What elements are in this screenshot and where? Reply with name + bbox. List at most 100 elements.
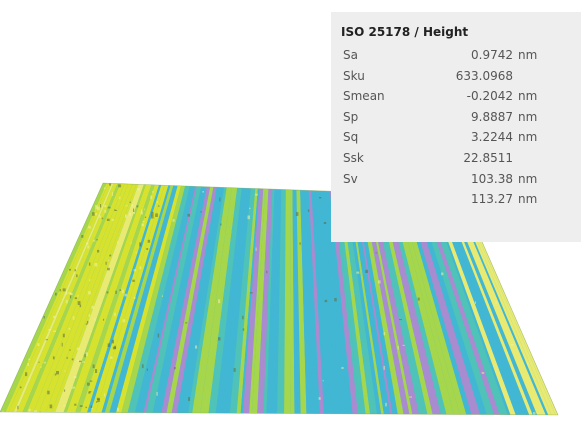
- surface-speck: [91, 305, 94, 309]
- surface-speck: [63, 389, 66, 392]
- surface-speck: [383, 332, 386, 336]
- surface-speck: [64, 370, 66, 372]
- surface-speck: [152, 190, 154, 193]
- surface-speck: [71, 358, 74, 361]
- surface-speck: [266, 270, 268, 274]
- surface-speck: [72, 386, 76, 389]
- metric-unit: nm: [518, 89, 538, 104]
- surface-speck: [202, 191, 204, 193]
- surface-speck: [72, 316, 75, 320]
- surface-speck: [318, 397, 321, 400]
- surface-speck: [104, 209, 107, 213]
- metric-name: Sa: [343, 48, 358, 62]
- surface-speck: [385, 402, 387, 407]
- surface-speck: [105, 261, 107, 265]
- surface-speck: [356, 271, 360, 274]
- surface-speck: [129, 201, 131, 204]
- surface-speck: [85, 406, 87, 409]
- surface-speck: [375, 252, 377, 254]
- surface-speck: [107, 267, 110, 271]
- surface-speck: [17, 405, 19, 410]
- surface-speck: [242, 328, 245, 331]
- surface-speck: [151, 211, 154, 216]
- surface-speck: [74, 297, 77, 300]
- surface-speck: [131, 204, 133, 207]
- surface-speck: [295, 212, 299, 216]
- surface-speck: [86, 320, 89, 324]
- surface-speck: [118, 196, 121, 200]
- surface-speck: [99, 215, 101, 219]
- surface-speck: [65, 300, 68, 304]
- surface-speck: [47, 390, 50, 395]
- surface-speck: [255, 193, 258, 196]
- surface-speck: [402, 344, 405, 346]
- surface-speck: [107, 206, 111, 209]
- surface-speck: [495, 300, 497, 305]
- surface-speck: [174, 367, 176, 370]
- surface-speck: [409, 396, 412, 398]
- surface-speck: [69, 268, 71, 271]
- surface-speck: [220, 223, 222, 226]
- iso-25178-height-panel: ISO 25178 / Height Sa 0.9742 nm Sku 633.0968…: [331, 12, 581, 242]
- surface-speck: [399, 319, 402, 321]
- surface-speck: [124, 293, 127, 297]
- surface-speck: [27, 363, 29, 366]
- surface-speck: [104, 393, 106, 397]
- surface-speck: [70, 293, 73, 295]
- surface-speck: [68, 327, 71, 330]
- surface-speck: [136, 205, 139, 208]
- surface-speck: [157, 333, 160, 338]
- surface-speck: [118, 184, 122, 188]
- surface-speck: [106, 291, 109, 294]
- surface-speck: [43, 316, 45, 319]
- surface-speck: [106, 218, 110, 221]
- surface-speck: [77, 301, 81, 305]
- surface-speck: [188, 397, 190, 401]
- surface-speck: [56, 371, 59, 375]
- surface-speck: [88, 225, 91, 229]
- surface-speck: [37, 343, 40, 346]
- surface-speck: [111, 339, 114, 344]
- surface-speck: [94, 318, 96, 321]
- surface-speck: [86, 242, 89, 245]
- metric-unit: nm: [518, 130, 538, 145]
- surface-speck: [172, 219, 175, 222]
- surface-speck: [79, 360, 82, 363]
- surface-speck: [161, 295, 163, 297]
- surface-speck: [121, 289, 124, 294]
- surface-speck: [63, 405, 66, 407]
- metric-value: 0.9742: [471, 48, 513, 62]
- surface-speck: [97, 249, 100, 253]
- surface-speck: [107, 343, 111, 347]
- surface-speck: [82, 361, 85, 363]
- surface-speck: [25, 372, 28, 377]
- surface-speck: [88, 314, 91, 317]
- surface-speck: [91, 408, 94, 410]
- surface-speck: [101, 217, 104, 220]
- surface-speck: [441, 272, 444, 276]
- surface-speck: [474, 301, 476, 304]
- surface-speck: [341, 367, 344, 369]
- metric-row: Sa 0.9742 nm: [331, 48, 581, 68]
- surface-speck: [156, 391, 158, 396]
- surface-speck: [299, 242, 301, 245]
- surface-speck: [119, 289, 121, 291]
- surface-speck: [19, 386, 22, 389]
- surface-speck: [111, 192, 113, 196]
- surface-speck: [137, 188, 140, 191]
- surface-speck: [59, 289, 61, 292]
- surface-speck: [115, 290, 117, 294]
- surface-speck: [218, 299, 221, 304]
- surface-speck: [104, 205, 107, 208]
- surface-speck: [97, 206, 100, 211]
- surface-speck: [143, 208, 145, 211]
- surface-speck: [88, 291, 91, 295]
- surface-speck: [87, 245, 90, 249]
- surface-speck: [92, 364, 95, 369]
- surface-speck: [141, 364, 144, 369]
- surface-speck: [150, 195, 153, 200]
- metric-name: Sq: [343, 130, 359, 145]
- surface-speck: [255, 247, 257, 251]
- surface-speck: [242, 315, 244, 320]
- surface-speck: [233, 368, 236, 372]
